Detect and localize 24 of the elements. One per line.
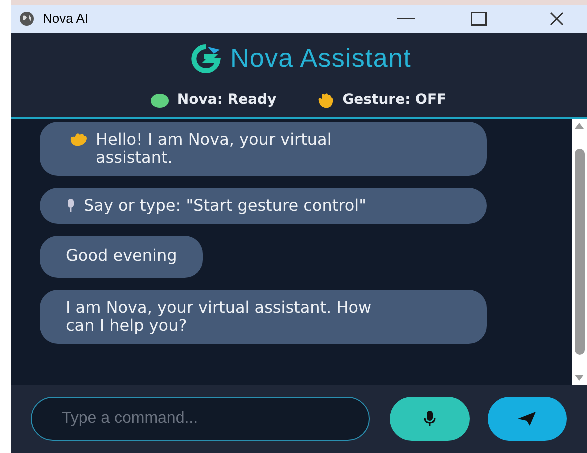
status-label: Gesture: OFF xyxy=(342,91,447,110)
status-label: Nova: Ready xyxy=(177,91,277,110)
globe-icon xyxy=(19,11,35,27)
hand-icon xyxy=(316,92,335,108)
close-icon[interactable] xyxy=(549,11,565,27)
scrollbar[interactable] xyxy=(572,119,587,385)
waving-hand-icon xyxy=(70,133,88,147)
message-text: Hello! I am Nova, your virtual assistant. xyxy=(96,131,333,167)
window-title: Nova AI xyxy=(43,10,89,28)
microphone-button[interactable] xyxy=(390,397,470,441)
message-text: Good evening xyxy=(66,246,178,265)
microphone-icon xyxy=(424,411,436,427)
message-text: Say or type: "Start gesture control" xyxy=(84,197,366,215)
send-icon xyxy=(518,412,536,426)
scroll-up-icon[interactable] xyxy=(575,123,584,129)
minimize-icon[interactable] xyxy=(397,18,415,20)
command-input[interactable]: Type a command... xyxy=(31,397,370,441)
status-dot-icon xyxy=(151,94,170,108)
maximize-icon[interactable] xyxy=(471,12,487,26)
message-text: I am Nova, your virtual assistant. How can I help you? xyxy=(66,299,373,335)
microphone-icon xyxy=(66,199,76,213)
send-button[interactable] xyxy=(488,397,567,441)
scroll-down-icon[interactable] xyxy=(575,375,584,381)
app-title: Nova Assistant xyxy=(230,42,412,75)
